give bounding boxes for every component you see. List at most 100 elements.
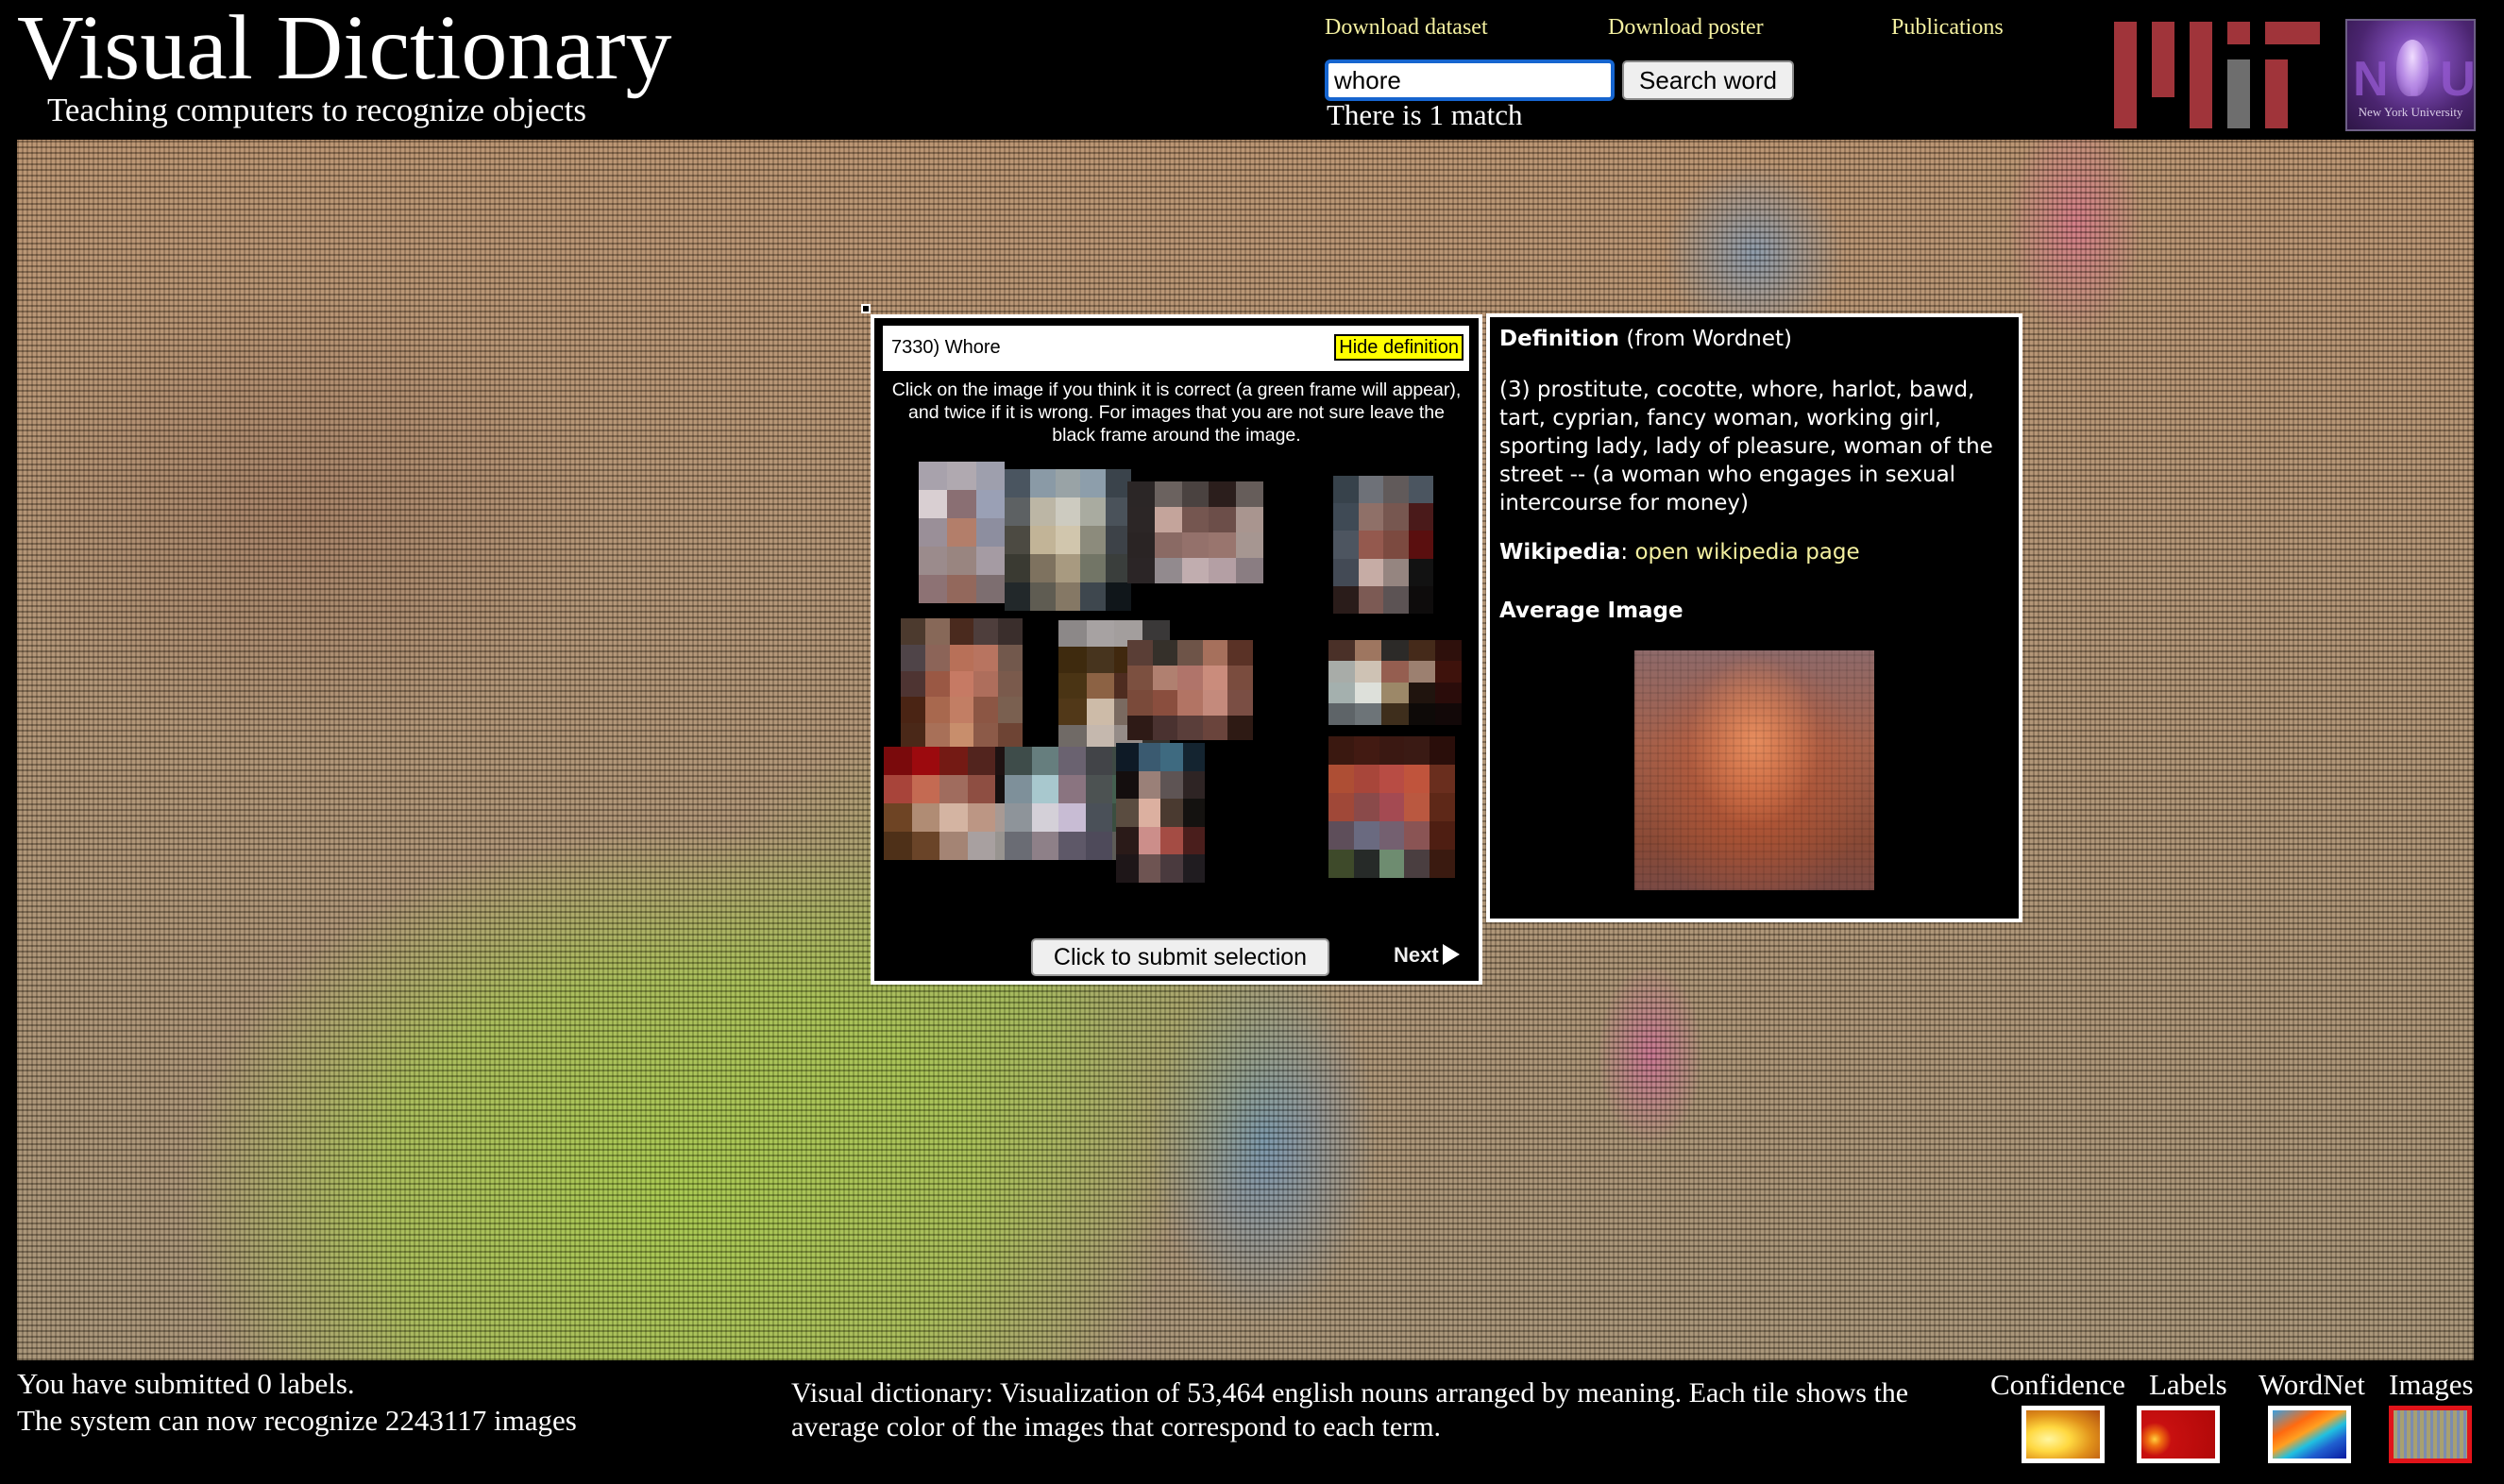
image-pixel-block [1160,854,1183,883]
image-pixel-block [884,775,912,803]
image-pixel-block [975,575,1005,603]
image-pixel-block [901,670,925,698]
image-pixel-block [1227,715,1253,740]
image-pixel-block [1152,690,1178,716]
image-pixel-block [1005,526,1030,554]
image-pixel-block [1152,665,1178,690]
candidate-image[interactable] [919,462,1005,603]
hide-definition-button[interactable]: Hide definition [1334,334,1463,361]
image-pixel-block [1209,532,1237,558]
nyu-logo[interactable]: NYU New York University [2345,19,2476,131]
candidate-image[interactable] [1005,469,1131,611]
image-pixel-block [947,490,976,518]
image-pixel-block [1408,703,1435,725]
image-pixel-block [1086,672,1114,700]
image-pixel-block [967,803,996,832]
view-confidence-button[interactable] [2022,1406,2105,1463]
view-labels-button[interactable] [2137,1406,2220,1463]
image-pixel-block [1080,469,1107,497]
candidate-image[interactable] [1328,640,1462,746]
labeling-instructions: Click on the image if you think it is co… [891,379,1462,446]
image-pixel-block [1209,481,1237,507]
image-pixel-block [919,462,948,490]
candidate-image[interactable] [1333,476,1433,614]
average-image-heading: Average Image [1499,599,1683,623]
image-pixel-block [1138,770,1160,800]
image-pixel-block [1383,531,1409,559]
candidate-image[interactable] [1127,640,1253,740]
image-pixel-block [1227,665,1253,690]
candidate-image[interactable] [1116,743,1205,883]
image-pixel-block [1209,558,1237,583]
submit-selection-button[interactable]: Click to submit selection [1031,938,1329,976]
image-pixel-block [1086,646,1114,673]
image-pixel-block [1383,503,1409,531]
image-pixel-block [1154,558,1182,583]
image-pixel-block [975,490,1005,518]
image-pixel-block [1379,736,1405,765]
image-pixel-block [1404,765,1430,793]
image-pixel-block [1408,640,1435,662]
image-pixel-block [1005,803,1032,832]
image-pixel-block [1080,582,1107,611]
next-button[interactable]: Next [1394,943,1460,968]
image-pixel-block [949,697,974,724]
candidate-image[interactable] [1328,736,1455,878]
image-pixel-block [1353,793,1379,821]
image-pixel-block [901,618,925,645]
popup-header: 7330) Whore Hide definition [883,326,1469,371]
image-pixel-block [1355,661,1382,683]
image-pixel-block [1055,497,1081,526]
image-pixel-block [1328,661,1356,683]
image-pixel-block [924,670,950,698]
image-pixel-block [1182,770,1205,800]
image-pixel-block [1236,481,1263,507]
view-wordnet-button[interactable] [2268,1406,2351,1463]
image-pixel-block [911,803,940,832]
site-subtitle: Teaching computers to recognize objects [47,92,586,128]
definition-panel: Definition (from Wordnet) (3) prostitute… [1486,313,2022,922]
image-pixel-block [1058,620,1087,647]
search-input[interactable] [1325,59,1615,101]
wikipedia-label: Wikipedia [1499,540,1621,565]
image-pixel-block [1127,690,1153,716]
image-pixel-block [1408,503,1433,531]
search-word-button[interactable]: Search word [1622,60,1794,100]
image-pixel-block [1355,682,1382,704]
image-pixel-block [901,723,925,750]
average-image [1634,650,1874,890]
image-pixel-block [1333,531,1359,559]
image-pixel-block [924,644,950,671]
image-pixel-block [1116,854,1139,883]
candidate-image[interactable] [1127,481,1263,583]
image-pixel-block [1154,532,1182,558]
view-images-button[interactable] [2389,1406,2472,1463]
image-pixel-block [939,747,968,775]
image-pixel-block [1058,832,1086,860]
image-pixel-block [1408,682,1435,704]
image-pixel-block [919,490,948,518]
view-label-images: Images [2389,1368,2474,1401]
download-dataset-link[interactable]: Download dataset [1325,11,1488,43]
candidate-image[interactable] [884,747,1024,860]
mit-logo[interactable] [2114,22,2320,128]
image-pixel-block [949,723,974,750]
image-pixel-block [1138,799,1160,827]
image-pixel-block [1333,558,1359,586]
image-pixel-block [973,618,999,645]
publications-link[interactable]: Publications [1891,11,2004,43]
image-pixel-block [1127,640,1153,666]
image-pixel-block [1358,531,1383,559]
image-pixel-block [1181,558,1210,583]
candidate-image[interactable] [901,618,1023,750]
image-pixel-block [947,518,976,547]
image-pixel-block [1106,582,1131,611]
image-pixel-block [1085,832,1113,860]
open-wikipedia-link[interactable]: open wikipedia page [1634,540,1859,565]
image-pixel-block [1086,620,1114,647]
mit-logo-bar [2190,22,2212,128]
image-pixel-block [1328,682,1356,704]
site-title: Visual Dictionary [17,0,672,99]
image-pixel-block [1031,832,1059,860]
download-poster-link[interactable]: Download poster [1608,11,1764,43]
